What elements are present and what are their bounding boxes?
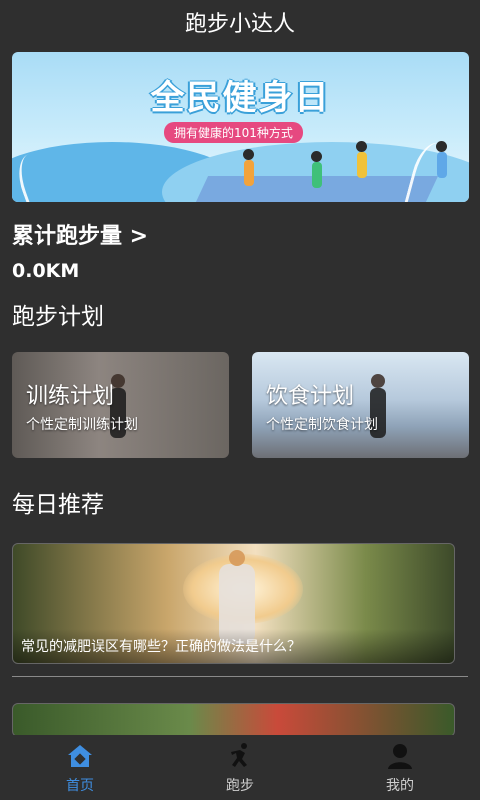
recommendation-card[interactable] bbox=[12, 703, 455, 737]
banner[interactable]: 全民健身日 拥有健康的101种方式 bbox=[12, 52, 469, 202]
diet-plan-title: 饮食计划 bbox=[266, 384, 355, 409]
runner-figure bbox=[311, 151, 322, 188]
recommendation-card[interactable]: 常见的减肥误区有哪些？正确的做法是什么？ bbox=[12, 543, 455, 664]
recommendation-caption: 常见的减肥误区有哪些？正确的做法是什么？ bbox=[13, 629, 454, 663]
divider bbox=[12, 676, 468, 677]
diet-plan-desc: 个性定制饮食计划 bbox=[266, 417, 378, 433]
tab-home-label: 首页 bbox=[66, 778, 94, 794]
diet-plan-card[interactable]: 饮食计划 个性定制饮食计划 bbox=[252, 352, 469, 458]
total-distance-link[interactable]: 累计跑步量 > bbox=[12, 218, 148, 250]
total-distance-value: 0.0KM bbox=[12, 260, 80, 282]
user-icon bbox=[388, 744, 412, 769]
banner-title: 全民健身日 bbox=[150, 78, 331, 118]
runner-icon bbox=[231, 743, 247, 767]
training-plan-desc: 个性定制训练计划 bbox=[26, 417, 138, 433]
title-bar: 跑步小达人 bbox=[0, 0, 480, 44]
tab-run[interactable]: 跑步 bbox=[160, 735, 320, 800]
home-icon bbox=[68, 745, 92, 767]
training-plan-title: 训练计划 bbox=[26, 384, 115, 409]
runner-figure bbox=[356, 141, 367, 178]
training-plan-card[interactable]: 训练计划 个性定制训练计划 bbox=[12, 352, 229, 458]
tab-mine[interactable]: 我的 bbox=[320, 735, 480, 800]
daily-section-title: 每日推荐 bbox=[12, 492, 104, 518]
tab-home[interactable]: 首页 bbox=[0, 735, 160, 800]
bottom-tab-bar: 首页 跑步 我的 bbox=[0, 735, 480, 800]
runner-figure bbox=[243, 149, 254, 186]
banner-subtitle: 拥有健康的101种方式 bbox=[164, 122, 303, 143]
plan-section-title: 跑步计划 bbox=[12, 304, 104, 330]
tab-mine-label: 我的 bbox=[386, 778, 414, 794]
app-title: 跑步小达人 bbox=[184, 12, 295, 37]
runner-figure bbox=[436, 141, 447, 178]
tab-run-label: 跑步 bbox=[226, 778, 254, 794]
